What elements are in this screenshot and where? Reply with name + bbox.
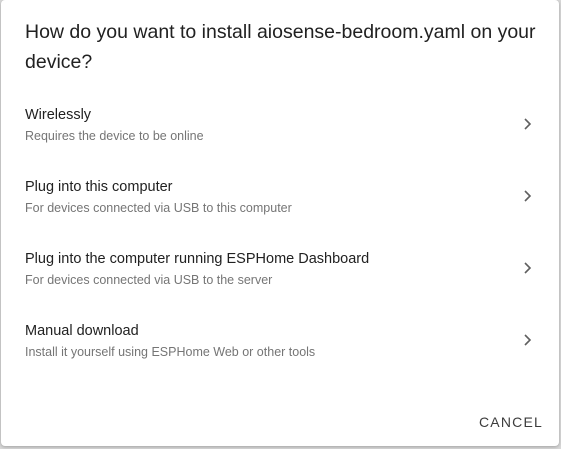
option-manual-download[interactable]: Manual download Install it yourself usin… [1,304,559,376]
option-description: For devices connected via USB to this co… [25,201,292,215]
option-plug-into-this-computer[interactable]: Plug into this computer For devices conn… [1,160,559,232]
option-plug-into-server[interactable]: Plug into the computer running ESPHome D… [1,232,559,304]
cancel-button[interactable]: CANCEL [479,408,543,436]
install-dialog: How do you want to install aiosense-bedr… [1,0,559,446]
option-label: Manual download [25,323,139,339]
option-description: Requires the device to be online [25,129,204,143]
option-label: Plug into the computer running ESPHome D… [25,251,370,267]
option-description: Install it yourself using ESPHome Web or… [25,345,316,359]
chevron-right-icon [521,116,535,132]
option-label: Wirelessly [25,107,92,123]
chevron-right-icon [521,188,535,204]
chevron-right-icon [521,260,535,276]
option-wirelessly[interactable]: Wirelessly Requires the device to be onl… [1,88,559,160]
chevron-right-icon [521,332,535,348]
install-options-list: Wirelessly Requires the device to be onl… [1,88,559,376]
dialog-title: How do you want to install aiosense-bedr… [25,21,536,73]
option-description: For devices connected via USB to the ser… [25,273,273,287]
option-label: Plug into this computer [25,179,173,195]
